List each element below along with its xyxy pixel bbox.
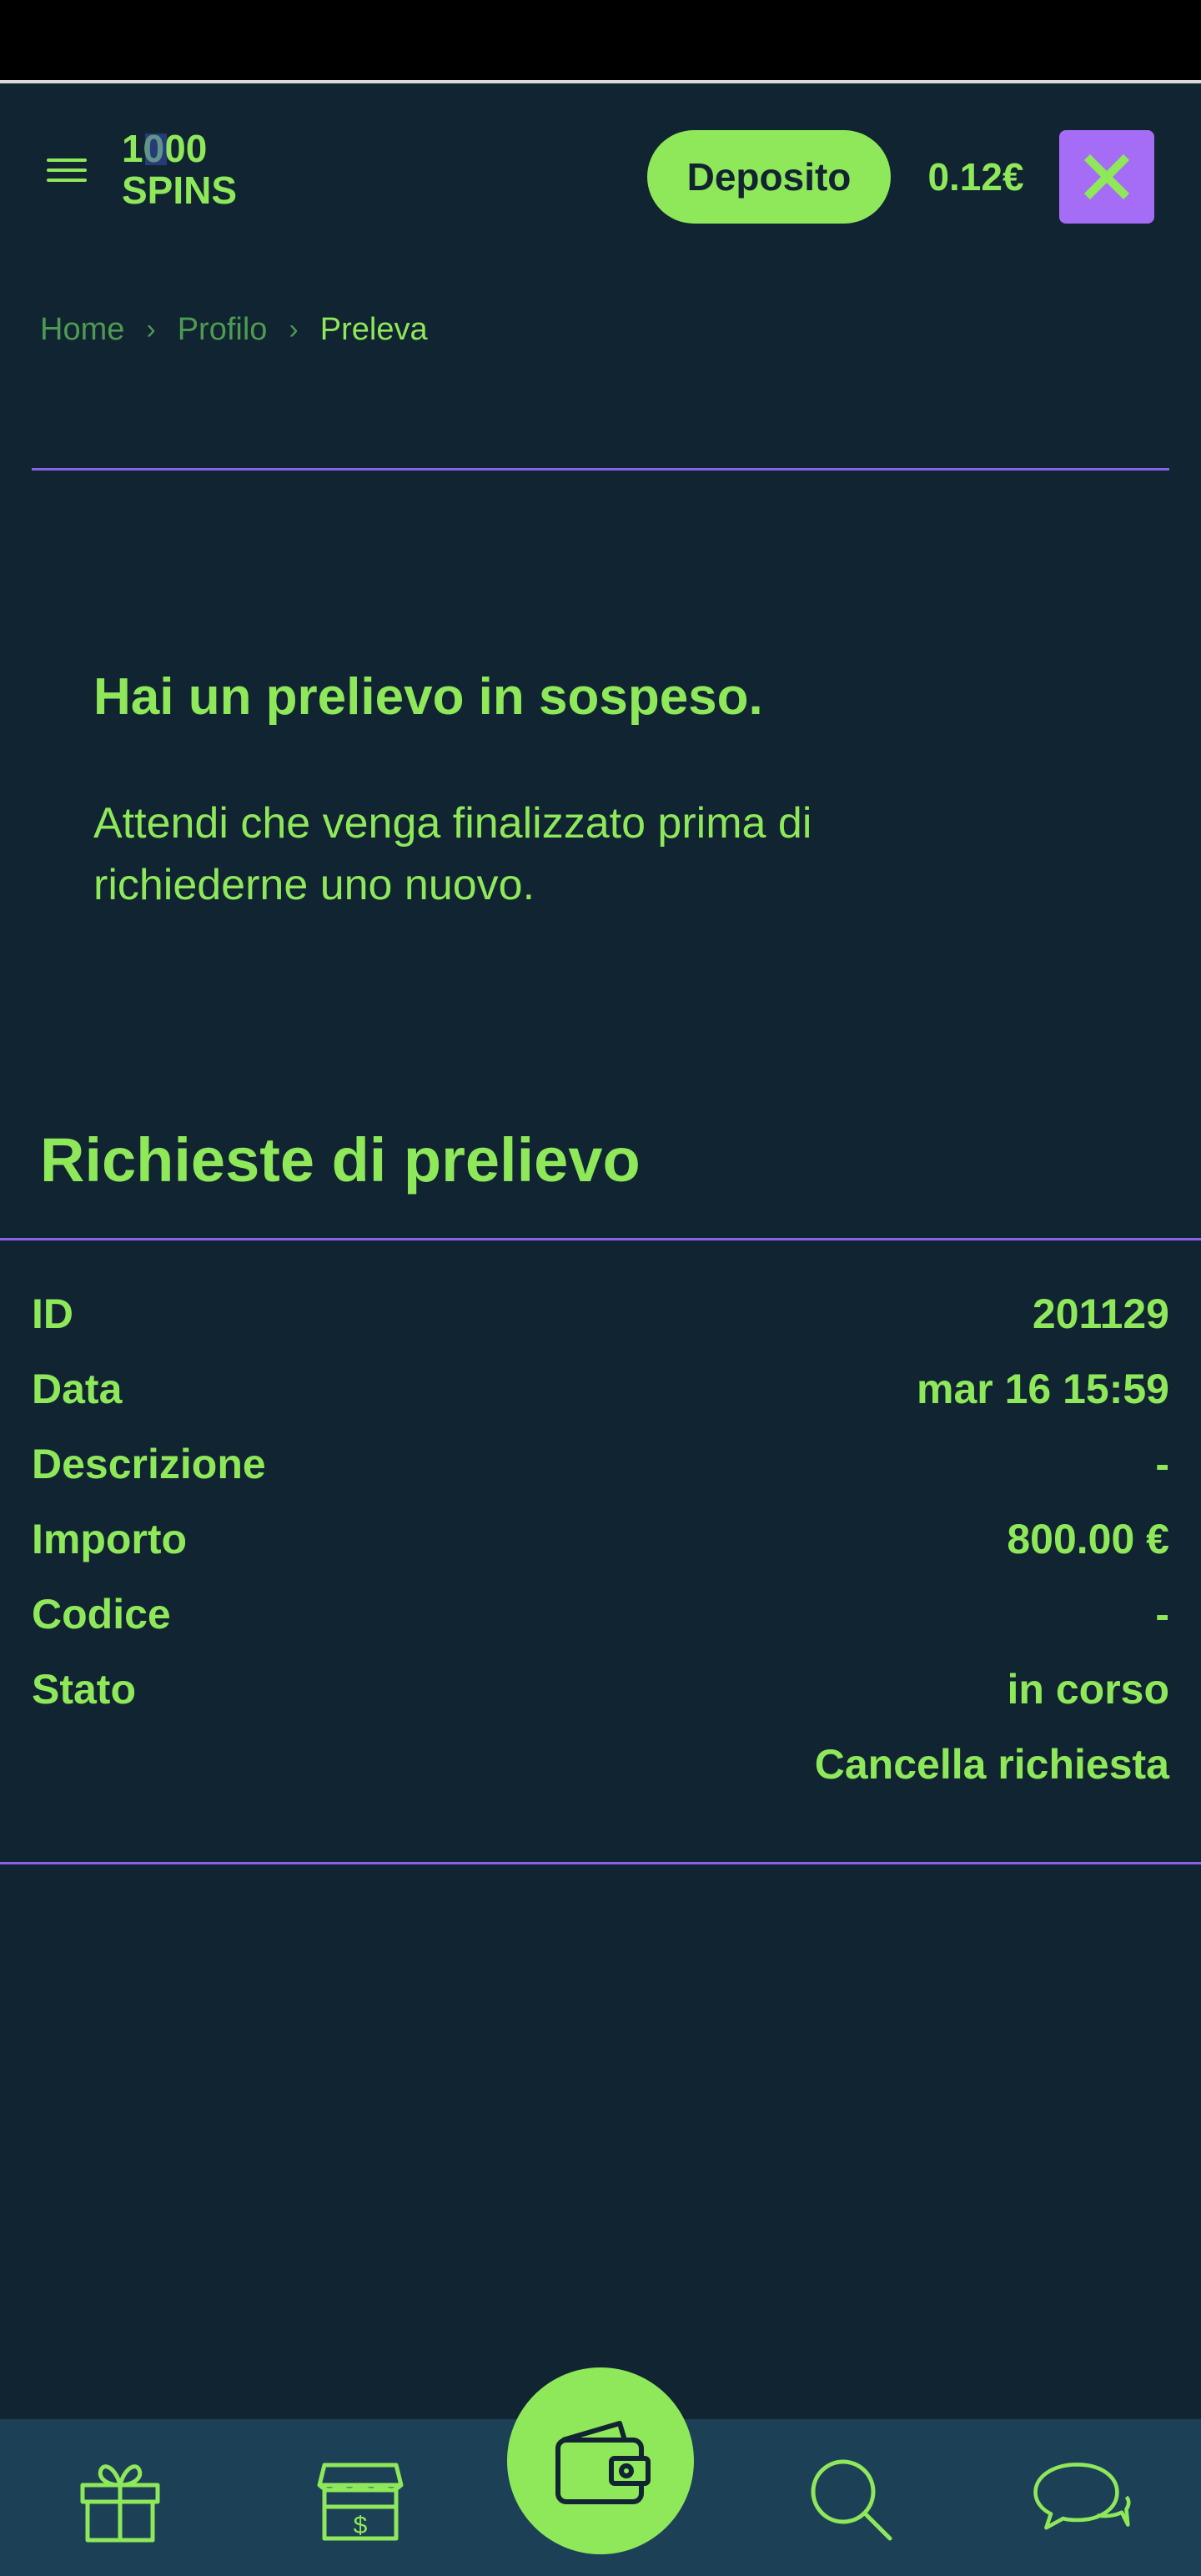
pending-notice-title: Hai un prelievo in sospeso. bbox=[93, 668, 763, 726]
detail-value: mar 16 15:59 bbox=[916, 1366, 1169, 1412]
nav-shop[interactable]: $ bbox=[310, 2449, 410, 2549]
chevron-right-icon: › bbox=[146, 313, 156, 345]
detail-label: Descrizione bbox=[32, 1441, 266, 1487]
nav-chat[interactable] bbox=[1031, 2449, 1131, 2549]
wallet-icon bbox=[555, 2421, 651, 2504]
detail-value: - bbox=[1155, 1441, 1169, 1487]
gift-icon bbox=[80, 2464, 160, 2543]
detail-label: Data bbox=[32, 1366, 123, 1412]
logo-bottom-text: SPINS bbox=[122, 169, 237, 212]
chevron-right-icon: › bbox=[289, 313, 299, 345]
detail-row-amount: Importo 800.00 € bbox=[32, 1502, 1169, 1577]
detail-row-id: ID 201129 bbox=[32, 1276, 1169, 1351]
detail-row-code: Codice - bbox=[32, 1577, 1169, 1652]
detail-row-status: Stato in corso bbox=[32, 1652, 1169, 1727]
withdrawals-section-title: Richieste di prelievo bbox=[40, 1125, 641, 1195]
breadcrumb-profile[interactable]: Profilo bbox=[178, 312, 268, 348]
deposit-button[interactable]: Deposito bbox=[647, 130, 891, 224]
svg-text:$: $ bbox=[354, 2512, 368, 2539]
close-icon bbox=[1083, 153, 1130, 200]
breadcrumb-current: Preleva bbox=[319, 311, 428, 347]
detail-label: Codice bbox=[32, 1591, 171, 1638]
search-icon bbox=[811, 2459, 892, 2541]
breadcrumb: Home › Profilo › Preleva bbox=[40, 309, 428, 350]
withdrawal-details: ID 201129 Data mar 16 15:59 Descrizione … bbox=[32, 1276, 1169, 1802]
status-value: in corso bbox=[1007, 1666, 1169, 1713]
breadcrumb-home[interactable]: Home bbox=[40, 312, 124, 348]
detail-label: Stato bbox=[32, 1666, 136, 1713]
detail-value: 800.00 € bbox=[1007, 1516, 1169, 1562]
detail-label: Importo bbox=[32, 1516, 188, 1562]
detail-label: ID bbox=[32, 1291, 73, 1337]
divider bbox=[0, 1238, 1201, 1240]
detail-value: - bbox=[1155, 1591, 1169, 1638]
wallet-button[interactable] bbox=[507, 2367, 694, 2554]
chat-icon bbox=[1033, 2463, 1131, 2530]
logo[interactable]: 1000 SPINS bbox=[120, 128, 270, 212]
cancel-row: Cancella richiesta bbox=[32, 1727, 1169, 1802]
balance-display: 0.12€ bbox=[927, 155, 1024, 199]
nav-gift[interactable] bbox=[70, 2449, 170, 2549]
cancel-request-link[interactable]: Cancella richiesta bbox=[815, 1740, 1169, 1789]
status-bar bbox=[0, 0, 1201, 83]
detail-value: 201129 bbox=[1032, 1291, 1169, 1337]
divider bbox=[32, 468, 1169, 470]
shop-icon: $ bbox=[317, 2463, 404, 2541]
close-button[interactable] bbox=[1059, 130, 1154, 224]
detail-row-description: Descrizione - bbox=[32, 1426, 1169, 1502]
nav-search[interactable] bbox=[801, 2449, 901, 2549]
divider bbox=[0, 1862, 1201, 1864]
detail-row-date: Data mar 16 15:59 bbox=[32, 1351, 1169, 1426]
app-header: 1000 SPINS Deposito 0.12€ bbox=[0, 83, 1201, 225]
pending-notice-text: Attendi che venga finalizzato prima di r… bbox=[93, 799, 812, 909]
hamburger-menu-icon[interactable] bbox=[43, 153, 90, 187]
